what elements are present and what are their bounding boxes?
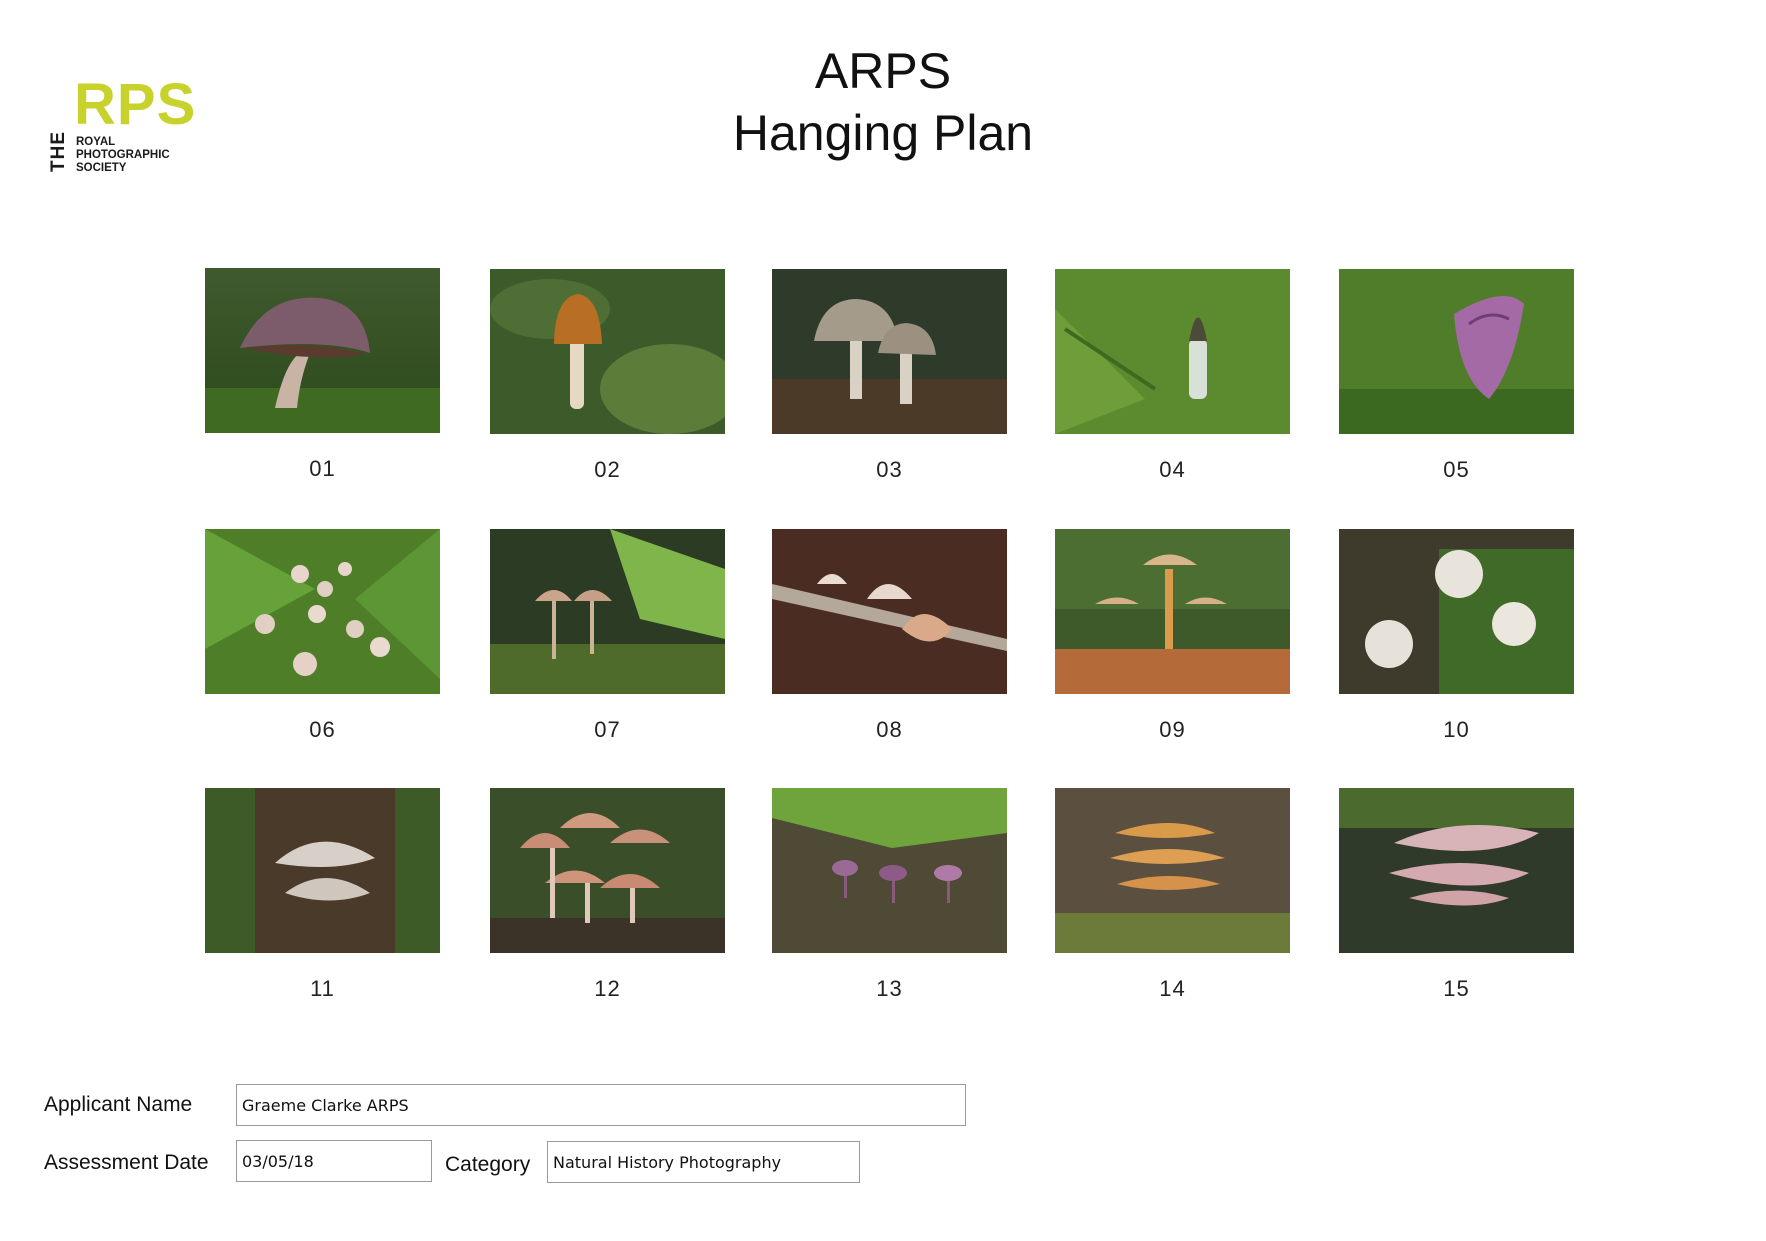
panel-number: 15 (1443, 976, 1470, 1001)
applicant-name-label: Applicant Name (44, 1093, 193, 1116)
panel-number: 14 (1159, 976, 1186, 1001)
panel-number: 12 (594, 976, 621, 1001)
panel-number: 05 (1443, 457, 1470, 482)
panel-number: 11 (310, 976, 335, 1001)
category-label: Category (445, 1153, 531, 1176)
panel-tile: 11 (205, 788, 440, 1001)
panel-number: 09 (1159, 717, 1186, 742)
panel-tile: 03 (772, 269, 1007, 482)
mushroom-photo-08[interactable] (772, 529, 1007, 694)
panel-number: 03 (876, 457, 903, 482)
mushroom-photo-07[interactable] (490, 529, 725, 694)
panel-tile: 14 (1055, 788, 1290, 1001)
mushroom-photo-13[interactable] (772, 788, 1007, 953)
panel-number: 01 (309, 456, 336, 481)
panel-tile: 08 (772, 529, 1007, 742)
panel-tile: 10 (1339, 529, 1574, 742)
mushroom-photo-04[interactable] (1055, 269, 1290, 434)
mushroom-photo-03[interactable] (772, 269, 1007, 434)
panel-number: 13 (876, 976, 903, 1001)
panel-number: 07 (594, 717, 621, 742)
assessment-date-value: 03/05/18 (242, 1151, 314, 1171)
panel-tile: 13 (772, 788, 1007, 1001)
panel-number: 10 (1443, 717, 1470, 742)
panel-tile: 04 (1055, 269, 1290, 482)
applicant-name-field[interactable]: Graeme Clarke ARPS (236, 1084, 966, 1126)
panel-number: 04 (1159, 457, 1186, 482)
panel-tile: 15 (1339, 788, 1574, 1001)
category-value: Natural History Photography (553, 1152, 782, 1172)
panel-tile: 05 (1339, 269, 1574, 482)
panel-tile: 12 (490, 788, 725, 1001)
panel-number: 06 (309, 717, 336, 742)
mushroom-photo-09[interactable] (1055, 529, 1290, 694)
mushroom-photo-14[interactable] (1055, 788, 1290, 953)
mushroom-photo-11[interactable] (205, 788, 440, 953)
mushroom-photo-12[interactable] (490, 788, 725, 953)
mushroom-photo-02[interactable] (490, 269, 725, 434)
panel-tile: 09 (1055, 529, 1290, 742)
panel-tile: 02 (490, 269, 725, 482)
panel-number: 08 (876, 717, 903, 742)
assessment-date-field[interactable]: 03/05/18 (236, 1140, 432, 1182)
category-field[interactable]: Natural History Photography (547, 1141, 860, 1183)
mushroom-photo-15[interactable] (1339, 788, 1574, 953)
mushroom-photo-10[interactable] (1339, 529, 1574, 694)
panel-tile: 06 (205, 529, 440, 742)
mushroom-photo-06[interactable] (205, 529, 440, 694)
panel-tile: 01 (205, 268, 440, 481)
mushroom-photo-01[interactable] (205, 268, 440, 433)
hanging-plan-grid: 01 02 03 04 05 06 07 08 09 10 11 12 13 1… (0, 0, 1766, 1241)
assessment-date-label: Assessment Date (44, 1151, 209, 1174)
panel-tile: 07 (490, 529, 725, 742)
applicant-name-value: Graeme Clarke ARPS (242, 1095, 409, 1115)
panel-number: 02 (594, 457, 621, 482)
mushroom-photo-05[interactable] (1339, 269, 1574, 434)
